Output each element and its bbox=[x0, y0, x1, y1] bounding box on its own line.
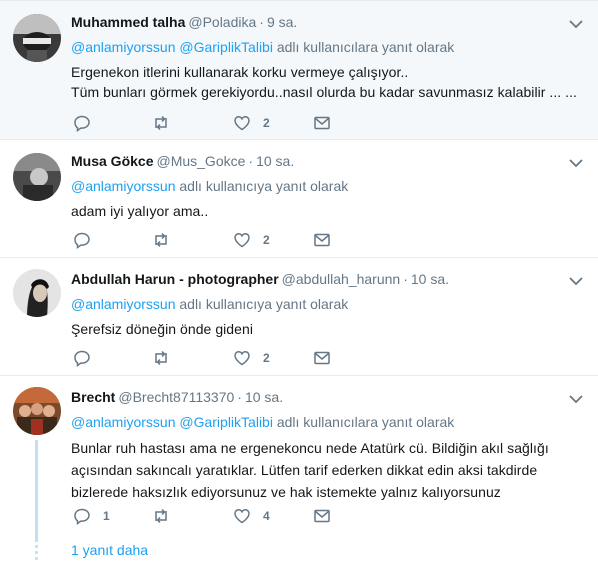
tweet[interactable]: Muhammed talha @Poladika · 9 sa. @anlamiyor… bbox=[0, 0, 598, 140]
chevron-down-icon[interactable] bbox=[568, 16, 584, 32]
username[interactable]: @abdullah_harunn bbox=[282, 271, 401, 287]
heart-icon bbox=[234, 116, 250, 131]
heart-icon bbox=[234, 509, 250, 524]
tweet-actions: 2 bbox=[71, 113, 371, 133]
reply-button[interactable]: 1 bbox=[73, 506, 110, 526]
reply-count: 1 bbox=[103, 509, 110, 523]
envelope-icon bbox=[314, 233, 330, 247]
tweet-header: Muhammed talha @Poladika · 9 sa. bbox=[71, 14, 298, 30]
retweet-icon bbox=[155, 232, 167, 248]
thread-line bbox=[35, 440, 38, 542]
reply-button[interactable] bbox=[73, 230, 103, 250]
reply-icon bbox=[74, 232, 90, 249]
reply-context-label: adlı kullanıcıya yanıt olarak bbox=[179, 296, 349, 312]
envelope-icon bbox=[314, 351, 330, 365]
direct-message-button[interactable] bbox=[313, 113, 331, 133]
heart-icon bbox=[234, 233, 250, 248]
timestamp[interactable]: 9 sa. bbox=[267, 14, 297, 30]
reply-context: @anlamiyorssun @GariplikTalibi adlı kull… bbox=[71, 412, 584, 432]
like-count: 2 bbox=[263, 351, 270, 365]
mention-link[interactable]: @anlamiyorssun bbox=[71, 296, 175, 312]
tweet-actions: 1 4 bbox=[71, 506, 371, 526]
username[interactable]: @Poladika bbox=[188, 14, 256, 30]
timestamp[interactable]: 10 sa. bbox=[411, 271, 449, 287]
retweet-icon bbox=[155, 115, 167, 131]
avatar[interactable] bbox=[13, 387, 61, 435]
tweet-text: Bunlar ruh hastası ama ne ergenekoncu ne… bbox=[71, 440, 549, 500]
retweet-icon bbox=[155, 350, 167, 366]
tweet-actions: 2 bbox=[71, 230, 371, 250]
reply-icon bbox=[74, 508, 90, 525]
retweet-button[interactable] bbox=[152, 230, 182, 250]
display-name[interactable]: Muhammed talha bbox=[71, 14, 185, 30]
direct-message-button[interactable] bbox=[313, 348, 331, 368]
mention-link[interactable]: @anlamiyorssun bbox=[71, 39, 175, 55]
like-count: 2 bbox=[263, 116, 270, 130]
retweet-button[interactable] bbox=[152, 113, 182, 133]
direct-message-button[interactable] bbox=[313, 230, 331, 250]
mention-link[interactable]: @anlamiyorssun bbox=[71, 414, 175, 430]
heart-icon bbox=[234, 351, 250, 366]
chevron-down-icon[interactable] bbox=[568, 273, 584, 289]
reply-context-label: adlı kullanıcılara yanıt olarak bbox=[276, 39, 455, 55]
avatar[interactable] bbox=[13, 269, 61, 317]
username[interactable]: @Brecht87113370 bbox=[118, 389, 234, 405]
reply-icon bbox=[74, 115, 90, 132]
reply-button[interactable] bbox=[73, 113, 103, 133]
envelope-icon bbox=[314, 116, 330, 130]
mention-link[interactable]: @GariplikTalibi bbox=[179, 414, 273, 430]
reply-context: @anlamiyorssun adlı kullanıcıya yanıt ol… bbox=[71, 176, 584, 196]
reply-button[interactable] bbox=[73, 348, 103, 368]
retweet-button[interactable] bbox=[152, 506, 182, 526]
display-name[interactable]: Brecht bbox=[71, 389, 115, 405]
username[interactable]: @Mus_Gokce bbox=[156, 153, 245, 169]
tweet-header: Abdullah Harun - photographer @abdullah_h… bbox=[71, 271, 449, 287]
show-more-replies-link[interactable]: 1 yanıt daha bbox=[71, 542, 148, 558]
retweet-button[interactable] bbox=[152, 348, 182, 368]
display-name[interactable]: Musa Gökce bbox=[71, 153, 153, 169]
like-button[interactable]: 2 bbox=[233, 348, 270, 368]
mention-link[interactable]: @anlamiyorssun bbox=[71, 178, 175, 194]
like-button[interactable]: 2 bbox=[233, 230, 270, 250]
reply-context: @anlamiyorssun adlı kullanıcıya yanıt ol… bbox=[71, 294, 584, 314]
timestamp[interactable]: 10 sa. bbox=[256, 153, 294, 169]
tweet-header: Brecht @Brecht87113370 · 10 sa. bbox=[71, 389, 284, 405]
like-count: 2 bbox=[263, 233, 270, 247]
reply-context-label: adlı kullanıcıya yanıt olarak bbox=[179, 178, 349, 194]
tweet-text: adam iyi yalıyor ama.. bbox=[71, 203, 209, 219]
tweet[interactable]: Musa Gökce @Mus_Gokce · 10 sa. @anlamiyorss… bbox=[0, 140, 598, 258]
retweet-icon bbox=[155, 508, 167, 524]
like-count: 4 bbox=[263, 509, 270, 523]
like-button[interactable]: 2 bbox=[233, 113, 270, 133]
chevron-down-icon[interactable] bbox=[568, 391, 584, 407]
tweet[interactable]: Brecht @Brecht87113370 · 10 sa. @anlamiyors… bbox=[0, 376, 598, 566]
replies-feed: Muhammed talha @Poladika · 9 sa. @anlamiyor… bbox=[0, 0, 598, 566]
timestamp[interactable]: 10 sa. bbox=[245, 389, 283, 405]
tweet-actions: 2 bbox=[71, 348, 371, 368]
display-name[interactable]: Abdullah Harun - photographer bbox=[71, 271, 279, 287]
reply-icon bbox=[74, 350, 90, 367]
tweet-text: Şerefsiz döneğin önde gideni bbox=[71, 321, 253, 337]
thread-dots bbox=[35, 545, 38, 563]
avatar[interactable] bbox=[13, 14, 61, 62]
chevron-down-icon[interactable] bbox=[568, 155, 584, 171]
tweet-text: Ergenekon itlerini kullanarak korku verm… bbox=[71, 64, 577, 100]
envelope-icon bbox=[314, 509, 330, 523]
reply-context-label: adlı kullanıcılara yanıt olarak bbox=[276, 414, 455, 430]
reply-context: @anlamiyorssun @GariplikTalibi adlı kull… bbox=[71, 37, 584, 57]
avatar[interactable] bbox=[13, 153, 61, 201]
tweet[interactable]: Abdullah Harun - photographer @abdullah_h… bbox=[0, 258, 598, 376]
mention-link[interactable]: @GariplikTalibi bbox=[179, 39, 273, 55]
tweet-header: Musa Gökce @Mus_Gokce · 10 sa. bbox=[71, 153, 295, 169]
direct-message-button[interactable] bbox=[313, 506, 331, 526]
like-button[interactable]: 4 bbox=[233, 506, 270, 526]
